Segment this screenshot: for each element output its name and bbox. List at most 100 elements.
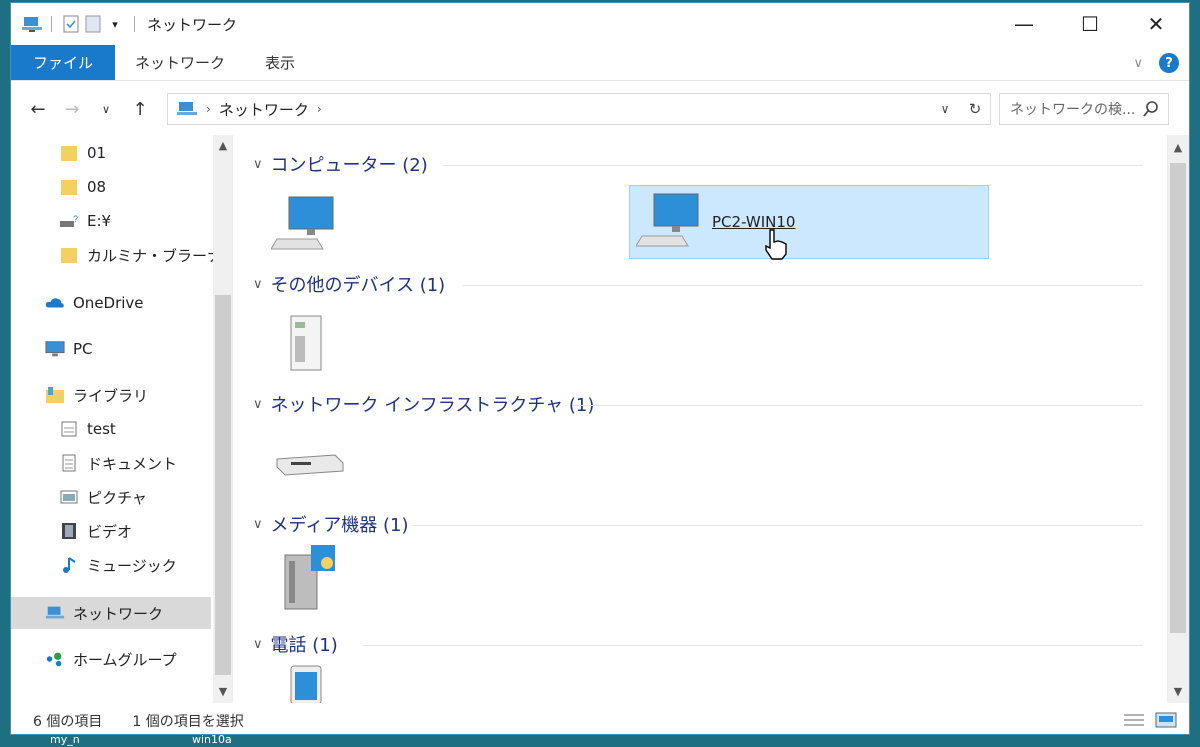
desktop-label: my_n: [50, 733, 80, 746]
network-app-icon[interactable]: [21, 13, 43, 35]
properties-icon[interactable]: [60, 13, 82, 35]
window-controls: — ☐ ✕: [991, 3, 1189, 45]
network-infrastructure-item[interactable]: [275, 443, 347, 479]
collapse-chevron-icon[interactable]: ∨: [253, 157, 263, 172]
tab-file[interactable]: ファイル: [11, 45, 116, 80]
close-button[interactable]: ✕: [1123, 3, 1189, 45]
group-header-other-devices[interactable]: ∨ その他のデバイス (1): [253, 271, 445, 297]
search-icon: [1143, 101, 1158, 117]
collapse-chevron-icon[interactable]: ∨: [253, 397, 263, 412]
folder-icon: [59, 143, 79, 163]
tab-view[interactable]: 表示: [245, 45, 315, 80]
address-history-chevron-icon[interactable]: ∨: [930, 102, 960, 116]
navigation-pane: 01 08 ? E:¥ カルミナ・ブラーナ OneDrive PC ライブラリ: [11, 135, 233, 703]
network-icon: [177, 102, 197, 115]
new-folder-icon[interactable]: [82, 13, 104, 35]
nav-item-library[interactable]: ライブラリ: [45, 379, 148, 411]
details-view-icon[interactable]: [1123, 712, 1145, 728]
forward-button[interactable]: →: [55, 93, 89, 125]
nav-label: ホームグループ: [73, 650, 177, 669]
group-label: コンピューター (2): [270, 155, 428, 176]
nav-label: ライブラリ: [73, 386, 149, 405]
nav-item-homegroup[interactable]: ホームグループ: [45, 643, 177, 675]
homegroup-icon: [45, 649, 65, 669]
nav-item-pictures[interactable]: ピクチャ: [59, 481, 147, 513]
content-scrollbar[interactable]: ▲ ▼: [1167, 135, 1189, 703]
nav-label: ドキュメント: [87, 454, 178, 473]
collapse-chevron-icon[interactable]: ∨: [253, 277, 263, 292]
tab-network[interactable]: ネットワーク: [115, 45, 245, 80]
other-device-item[interactable]: [283, 313, 333, 375]
computer-item-pc2-win10[interactable]: PC2-WIN10: [629, 185, 989, 260]
nav-item-08[interactable]: 08: [59, 171, 106, 203]
help-icon[interactable]: ?: [1159, 53, 1179, 73]
nav-label: ネットワーク: [73, 604, 164, 623]
up-button[interactable]: ↑: [123, 93, 157, 125]
ribbon-tabs: ファイル ネットワーク 表示 ∨ ?: [11, 45, 1189, 81]
network-icon: [45, 603, 65, 623]
nav-item-documents[interactable]: ドキュメント: [59, 447, 177, 479]
router-icon: [276, 454, 344, 476]
group-label: その他のデバイス (1): [270, 275, 446, 296]
large-icons-view-icon[interactable]: [1155, 712, 1177, 728]
nav-item-network[interactable]: ネットワーク: [11, 597, 211, 629]
nav-scroll-thumb[interactable]: [215, 295, 231, 675]
nav-label: カルミナ・ブラーナ: [87, 246, 223, 265]
scroll-down-arrow-icon[interactable]: ▼: [1167, 685, 1189, 698]
recent-locations-chevron-icon[interactable]: ∨: [89, 93, 123, 125]
nav-item-music[interactable]: ミュージック: [59, 549, 177, 581]
phone-item[interactable]: [289, 665, 329, 703]
scroll-up-arrow-icon[interactable]: ▲: [213, 139, 233, 152]
breadcrumb-network[interactable]: ネットワーク: [219, 99, 309, 120]
collapse-chevron-icon[interactable]: ∨: [253, 517, 263, 532]
address-row: ← → ∨ ↑ › ネットワーク › ∨ ↻ ネットワークの検...: [11, 91, 1189, 127]
nav-label: OneDrive: [73, 294, 144, 312]
group-divider: [573, 405, 1143, 406]
search-input[interactable]: ネットワークの検...: [999, 93, 1169, 125]
group-header-phone[interactable]: ∨ 電話 (1): [253, 631, 338, 657]
view-toggle: [1123, 712, 1177, 728]
minimize-button[interactable]: —: [991, 3, 1057, 45]
content-scroll-thumb[interactable]: [1170, 163, 1186, 633]
nav-item-pc[interactable]: PC: [45, 333, 93, 365]
group-header-computers[interactable]: ∨ コンピューター (2): [253, 151, 428, 177]
group-header-media-devices[interactable]: ∨ メディア機器 (1): [253, 511, 408, 537]
scroll-up-arrow-icon[interactable]: ▲: [1167, 141, 1189, 154]
nav-item-01[interactable]: 01: [59, 137, 106, 169]
media-device-item[interactable]: [281, 541, 351, 613]
breadcrumb-separator-icon[interactable]: ›: [317, 102, 322, 116]
group-header-network-infrastructure[interactable]: ∨ ネットワーク インフラストラクチャ (1): [253, 391, 594, 417]
nav-item-drive-e[interactable]: ? E:¥: [59, 205, 111, 237]
nav-label: 08: [87, 178, 107, 196]
separator: [134, 16, 135, 32]
nav-label: ミュージック: [87, 556, 177, 575]
nav-item-onedrive[interactable]: OneDrive: [45, 287, 144, 319]
computer-item-1[interactable]: [271, 193, 341, 257]
back-button[interactable]: ←: [21, 93, 55, 125]
group-divider: [463, 285, 1143, 286]
nav-item-carmina[interactable]: カルミナ・ブラーナ: [59, 239, 222, 271]
group-label: 電話 (1): [270, 635, 338, 656]
desktop-label: win10a: [192, 733, 232, 746]
device-tower-icon: [290, 315, 322, 371]
maximize-button[interactable]: ☐: [1057, 3, 1123, 45]
nav-item-test[interactable]: test: [59, 413, 116, 445]
expand-ribbon-chevron-icon[interactable]: ∨: [1133, 56, 1143, 71]
scroll-down-arrow-icon[interactable]: ▼: [213, 685, 233, 698]
content-pane: ∨ コンピューター (2) PC2-WIN10 ∨ その他のデバイス (1) ∨…: [243, 135, 1163, 703]
collapse-chevron-icon[interactable]: ∨: [253, 637, 263, 652]
nav-scrollbar[interactable]: ▲ ▼: [213, 135, 233, 703]
quick-access-toolbar: ▾ ネットワーク: [11, 3, 237, 45]
address-bar[interactable]: › ネットワーク › ∨ ↻: [167, 93, 991, 125]
svg-text:?: ?: [73, 214, 78, 224]
drive-icon: ?: [59, 211, 79, 231]
search-placeholder: ネットワークの検...: [1010, 102, 1136, 118]
nav-item-videos[interactable]: ビデオ: [59, 515, 132, 547]
refresh-icon[interactable]: ↻: [960, 100, 990, 118]
hand-cursor-icon: [765, 229, 787, 260]
media-server-icon: [284, 545, 335, 610]
nav-label: test: [87, 420, 116, 438]
group-label: ネットワーク インフラストラクチャ (1): [270, 395, 595, 416]
onedrive-cloud-icon: [45, 293, 65, 313]
customize-qa-dropdown-icon[interactable]: ▾: [104, 13, 126, 35]
